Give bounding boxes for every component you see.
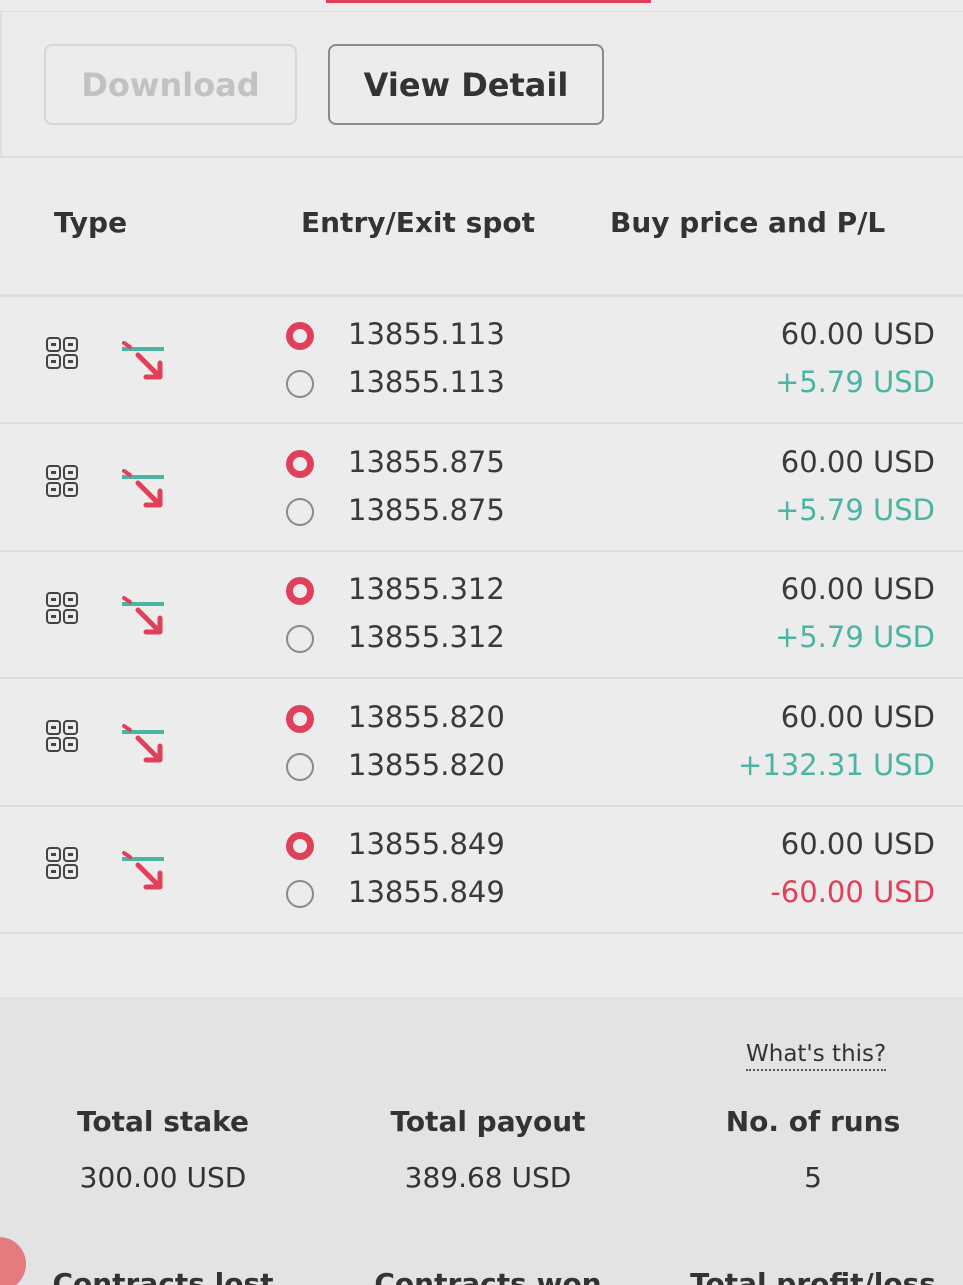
entry-spot: 13855.820 — [348, 699, 505, 734]
total-payout-value: 389.68 USD — [404, 1161, 572, 1194]
buy-price: 60.00 USD — [780, 317, 935, 351]
view-detail-button[interactable]: View Detail — [328, 44, 604, 125]
exit-spot: 13855.820 — [348, 747, 505, 782]
entry-spot-marker-icon — [286, 449, 314, 478]
grid-icon — [46, 464, 78, 497]
exit-spot: 13855.113 — [348, 365, 505, 399]
runs-value: 5 — [804, 1161, 822, 1194]
total-stake-value: 300.00 USD — [79, 1161, 247, 1194]
buy-price: 60.00 USD — [780, 572, 935, 606]
arrow-down-right-icon — [122, 851, 166, 893]
arrow-down-right-icon — [122, 596, 166, 638]
contracts-lost-label: Contracts lost — [52, 1267, 274, 1285]
exit-spot: 13855.875 — [348, 492, 505, 527]
entry-spot: 13855.113 — [348, 317, 505, 351]
column-header-buy-pl: Buy price and P/L — [610, 206, 886, 239]
table-row[interactable]: 13855.113 13855.113 60.00 USD +5.79 USD — [0, 297, 963, 424]
column-header-entry-exit: Entry/Exit spot — [301, 206, 535, 239]
buy-price: 60.00 USD — [780, 699, 935, 734]
exit-spot-marker-icon — [286, 370, 314, 398]
contracts-won-label: Contracts won — [374, 1267, 602, 1285]
grid-icon — [46, 337, 78, 369]
whats-this-link[interactable]: What's this? — [746, 1039, 887, 1071]
exit-spot-marker-icon — [286, 625, 314, 653]
profit-loss: +5.79 USD — [774, 620, 935, 654]
entry-spot: 13855.875 — [348, 444, 505, 479]
arrow-down-right-icon — [122, 723, 166, 766]
column-header-type: Type — [54, 206, 128, 239]
entry-spot-marker-icon — [286, 704, 314, 733]
table-row[interactable]: 13855.312 13855.312 60.00 USD +5.79 USD — [0, 552, 963, 679]
total-payout-label: Total payout — [390, 1105, 586, 1138]
exit-spot-marker-icon — [286, 880, 314, 908]
active-tab-indicator — [326, 0, 651, 3]
entry-spot: 13855.312 — [348, 572, 505, 606]
buy-price: 60.00 USD — [780, 444, 935, 479]
profit-loss: -60.00 USD — [770, 875, 935, 909]
runs-label: No. of runs — [725, 1105, 901, 1138]
table-row[interactable]: 13855.875 13855.875 60.00 USD +5.79 USD — [0, 425, 963, 552]
profit-loss: +5.79 USD — [774, 492, 935, 527]
entry-spot-marker-icon — [286, 322, 314, 350]
arrow-down-right-icon — [122, 468, 166, 511]
profit-loss: +5.79 USD — [774, 365, 935, 399]
table-row[interactable]: 13855.820 13855.820 60.00 USD +132.31 USD — [0, 680, 963, 807]
exit-spot-marker-icon — [286, 752, 314, 781]
grid-icon — [46, 847, 78, 879]
grid-icon — [46, 719, 78, 752]
profit-loss: +132.31 USD — [738, 747, 935, 782]
entry-spot-marker-icon — [286, 832, 314, 860]
exit-spot: 13855.849 — [348, 875, 505, 909]
grid-icon — [46, 592, 78, 624]
total-profit-loss-label: Total profit/loss — [690, 1267, 936, 1285]
buy-price: 60.00 USD — [780, 827, 935, 861]
download-button[interactable]: Download — [44, 44, 297, 125]
entry-spot-marker-icon — [286, 577, 314, 605]
table-row[interactable]: 13855.849 13855.849 60.00 USD -60.00 USD — [0, 807, 963, 934]
toolbar: Download View Detail — [0, 12, 963, 158]
tab-strip — [0, 0, 963, 12]
exit-spot-marker-icon — [286, 497, 314, 526]
entry-spot: 13855.849 — [348, 827, 505, 861]
total-stake-label: Total stake — [76, 1105, 250, 1138]
summary-panel: What's this? Total stake 300.00 USD Tota… — [0, 997, 963, 1285]
arrow-down-right-icon — [122, 341, 166, 383]
exit-spot: 13855.312 — [348, 620, 505, 654]
